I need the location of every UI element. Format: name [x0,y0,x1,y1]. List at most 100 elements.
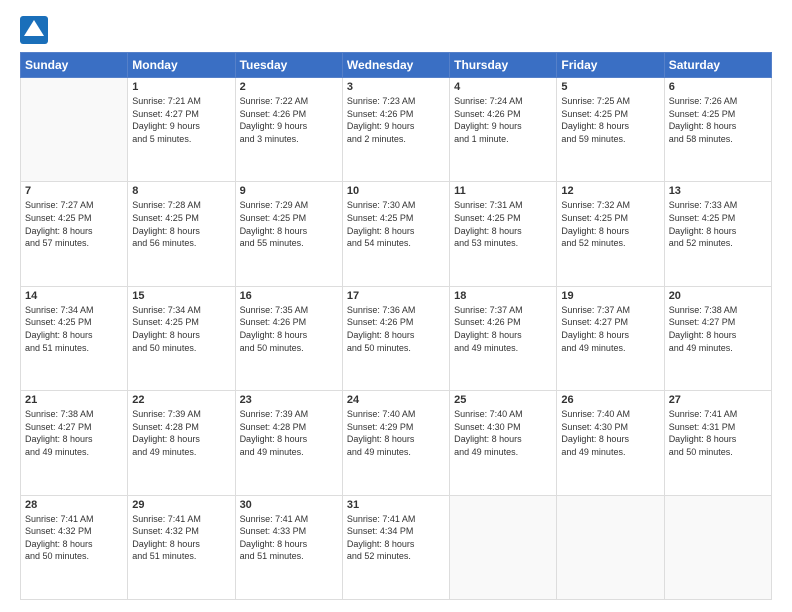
day-number: 20 [669,290,767,302]
day-info: Sunrise: 7:26 AMSunset: 4:25 PMDaylight:… [669,95,767,145]
weekday-header: Tuesday [235,53,342,78]
day-info: Sunrise: 7:40 AMSunset: 4:29 PMDaylight:… [347,408,445,458]
day-number: 13 [669,185,767,197]
calendar-cell: 19 Sunrise: 7:37 AMSunset: 4:27 PMDayligh… [557,286,664,390]
day-info: Sunrise: 7:38 AMSunset: 4:27 PMDaylight:… [669,304,767,354]
day-number: 23 [240,394,338,406]
day-info: Sunrise: 7:34 AMSunset: 4:25 PMDaylight:… [25,304,123,354]
calendar-cell: 4 Sunrise: 7:24 AMSunset: 4:26 PMDaylight… [450,78,557,182]
day-info: Sunrise: 7:25 AMSunset: 4:25 PMDaylight:… [561,95,659,145]
header [20,16,772,44]
day-info: Sunrise: 7:41 AMSunset: 4:33 PMDaylight:… [240,513,338,563]
calendar-week-row: 14 Sunrise: 7:34 AMSunset: 4:25 PMDayligh… [21,286,772,390]
calendar-cell: 15 Sunrise: 7:34 AMSunset: 4:25 PMDayligh… [128,286,235,390]
calendar-cell: 26Sunrise: 7:40 AMSunset: 4:30 PMDayligh… [557,391,664,495]
calendar-cell: 30 Sunrise: 7:41 AMSunset: 4:33 PMDayligh… [235,495,342,599]
day-info: Sunrise: 7:30 AMSunset: 4:25 PMDaylight:… [347,199,445,249]
weekday-header: Friday [557,53,664,78]
day-number: 29 [132,499,230,511]
calendar-cell: 3Sunrise: 7:23 AMSunset: 4:26 PMDaylight… [342,78,449,182]
calendar-cell: 18 Sunrise: 7:37 AMSunset: 4:26 PMDayligh… [450,286,557,390]
calendar-cell [664,495,771,599]
calendar-cell: 13 Sunrise: 7:33 AMSunset: 4:25 PMDayligh… [664,182,771,286]
day-info: Sunrise: 7:29 AMSunset: 4:25 PMDaylight:… [240,199,338,249]
day-info: Sunrise: 7:37 AMSunset: 4:27 PMDaylight:… [561,304,659,354]
calendar-cell: 22 Sunrise: 7:39 AMSunset: 4:28 PMDayligh… [128,391,235,495]
calendar-cell: 29 Sunrise: 7:41 AMSunset: 4:32 PMDayligh… [128,495,235,599]
calendar-body: 1 Sunrise: 7:21 AMSunset: 4:27 PMDaylight… [21,78,772,600]
day-info: Sunrise: 7:40 AMSunset: 4:30 PMDaylight:… [561,408,659,458]
day-number: 30 [240,499,338,511]
day-number: 22 [132,394,230,406]
day-number: 19 [561,290,659,302]
day-info: Sunrise: 7:38 AMSunset: 4:27 PMDaylight:… [25,408,123,458]
day-number: 25 [454,394,552,406]
page: SundayMondayTuesdayWednesdayThursdayFrid… [0,0,792,612]
day-number: 16 [240,290,338,302]
calendar-cell [450,495,557,599]
calendar-cell: 21Sunrise: 7:38 AMSunset: 4:27 PMDayligh… [21,391,128,495]
day-number: 27 [669,394,767,406]
calendar-cell: 14 Sunrise: 7:34 AMSunset: 4:25 PMDayligh… [21,286,128,390]
day-info: Sunrise: 7:22 AMSunset: 4:26 PMDaylight:… [240,95,338,145]
calendar-cell: 8Sunrise: 7:28 AMSunset: 4:25 PMDaylight… [128,182,235,286]
calendar-table: SundayMondayTuesdayWednesdayThursdayFrid… [20,52,772,600]
calendar-cell [21,78,128,182]
calendar-cell: 2 Sunrise: 7:22 AMSunset: 4:26 PMDaylight… [235,78,342,182]
calendar-cell: 28Sunrise: 7:41 AMSunset: 4:32 PMDayligh… [21,495,128,599]
weekday-header: Saturday [664,53,771,78]
day-info: Sunrise: 7:39 AMSunset: 4:28 PMDaylight:… [240,408,338,458]
day-number: 17 [347,290,445,302]
day-info: Sunrise: 7:23 AMSunset: 4:26 PMDaylight:… [347,95,445,145]
calendar-cell: 31 Sunrise: 7:41 AMSunset: 4:34 PMDayligh… [342,495,449,599]
day-number: 18 [454,290,552,302]
day-number: 10 [347,185,445,197]
calendar-cell: 9 Sunrise: 7:29 AMSunset: 4:25 PMDaylight… [235,182,342,286]
day-info: Sunrise: 7:33 AMSunset: 4:25 PMDaylight:… [669,199,767,249]
day-number: 12 [561,185,659,197]
day-number: 15 [132,290,230,302]
calendar-week-row: 28 Sunrise: 7:41 AMSunset: 4:32 PMDayligh… [21,495,772,599]
day-info: Sunrise: 7:24 AMSunset: 4:26 PMDaylight:… [454,95,552,145]
day-info: Sunrise: 7:41 AMSunset: 4:32 PMDaylight:… [132,513,230,563]
day-info: Sunrise: 7:41 AMSunset: 4:31 PMDaylight:… [669,408,767,458]
weekday-header: Monday [128,53,235,78]
day-number: 4 [454,81,552,93]
calendar-week-row: 1 Sunrise: 7:21 AMSunset: 4:27 PMDaylight… [21,78,772,182]
calendar-cell [557,495,664,599]
day-number: 8 [132,185,230,197]
day-info: Sunrise: 7:41 AMSunset: 4:34 PMDaylight:… [347,513,445,563]
day-number: 2 [240,81,338,93]
calendar-cell: 5 Sunrise: 7:25 AMSunset: 4:25 PMDaylight… [557,78,664,182]
day-info: Sunrise: 7:34 AMSunset: 4:25 PMDaylight:… [132,304,230,354]
day-number: 14 [25,290,123,302]
day-info: Sunrise: 7:21 AMSunset: 4:27 PMDaylight:… [132,95,230,145]
day-number: 24 [347,394,445,406]
weekday-row: SundayMondayTuesdayWednesdayThursdayFrid… [21,53,772,78]
calendar-cell: 12 Sunrise: 7:32 AMSunset: 4:25 PMDayligh… [557,182,664,286]
calendar-cell: 10 Sunrise: 7:30 AMSunset: 4:25 PMDayligh… [342,182,449,286]
calendar-cell: 24 Sunrise: 7:40 AMSunset: 4:29 PMDayligh… [342,391,449,495]
day-number: 9 [240,185,338,197]
day-info: Sunrise: 7:35 AMSunset: 4:26 PMDaylight:… [240,304,338,354]
day-number: 1 [132,81,230,93]
calendar-week-row: 21Sunrise: 7:38 AMSunset: 4:27 PMDayligh… [21,391,772,495]
calendar-cell: 1 Sunrise: 7:21 AMSunset: 4:27 PMDaylight… [128,78,235,182]
calendar-week-row: 7Sunrise: 7:27 AMSunset: 4:25 PMDaylight… [21,182,772,286]
day-info: Sunrise: 7:32 AMSunset: 4:25 PMDaylight:… [561,199,659,249]
day-number: 7 [25,185,123,197]
day-info: Sunrise: 7:39 AMSunset: 4:28 PMDaylight:… [132,408,230,458]
calendar-cell: 23 Sunrise: 7:39 AMSunset: 4:28 PMDayligh… [235,391,342,495]
calendar-cell: 25Sunrise: 7:40 AMSunset: 4:30 PMDayligh… [450,391,557,495]
weekday-header: Wednesday [342,53,449,78]
day-number: 31 [347,499,445,511]
day-info: Sunrise: 7:36 AMSunset: 4:26 PMDaylight:… [347,304,445,354]
calendar-cell: 17 Sunrise: 7:36 AMSunset: 4:26 PMDayligh… [342,286,449,390]
day-number: 28 [25,499,123,511]
day-info: Sunrise: 7:37 AMSunset: 4:26 PMDaylight:… [454,304,552,354]
day-number: 5 [561,81,659,93]
calendar-cell: 11Sunrise: 7:31 AMSunset: 4:25 PMDayligh… [450,182,557,286]
calendar-cell: 16 Sunrise: 7:35 AMSunset: 4:26 PMDayligh… [235,286,342,390]
day-info: Sunrise: 7:31 AMSunset: 4:25 PMDaylight:… [454,199,552,249]
day-number: 6 [669,81,767,93]
